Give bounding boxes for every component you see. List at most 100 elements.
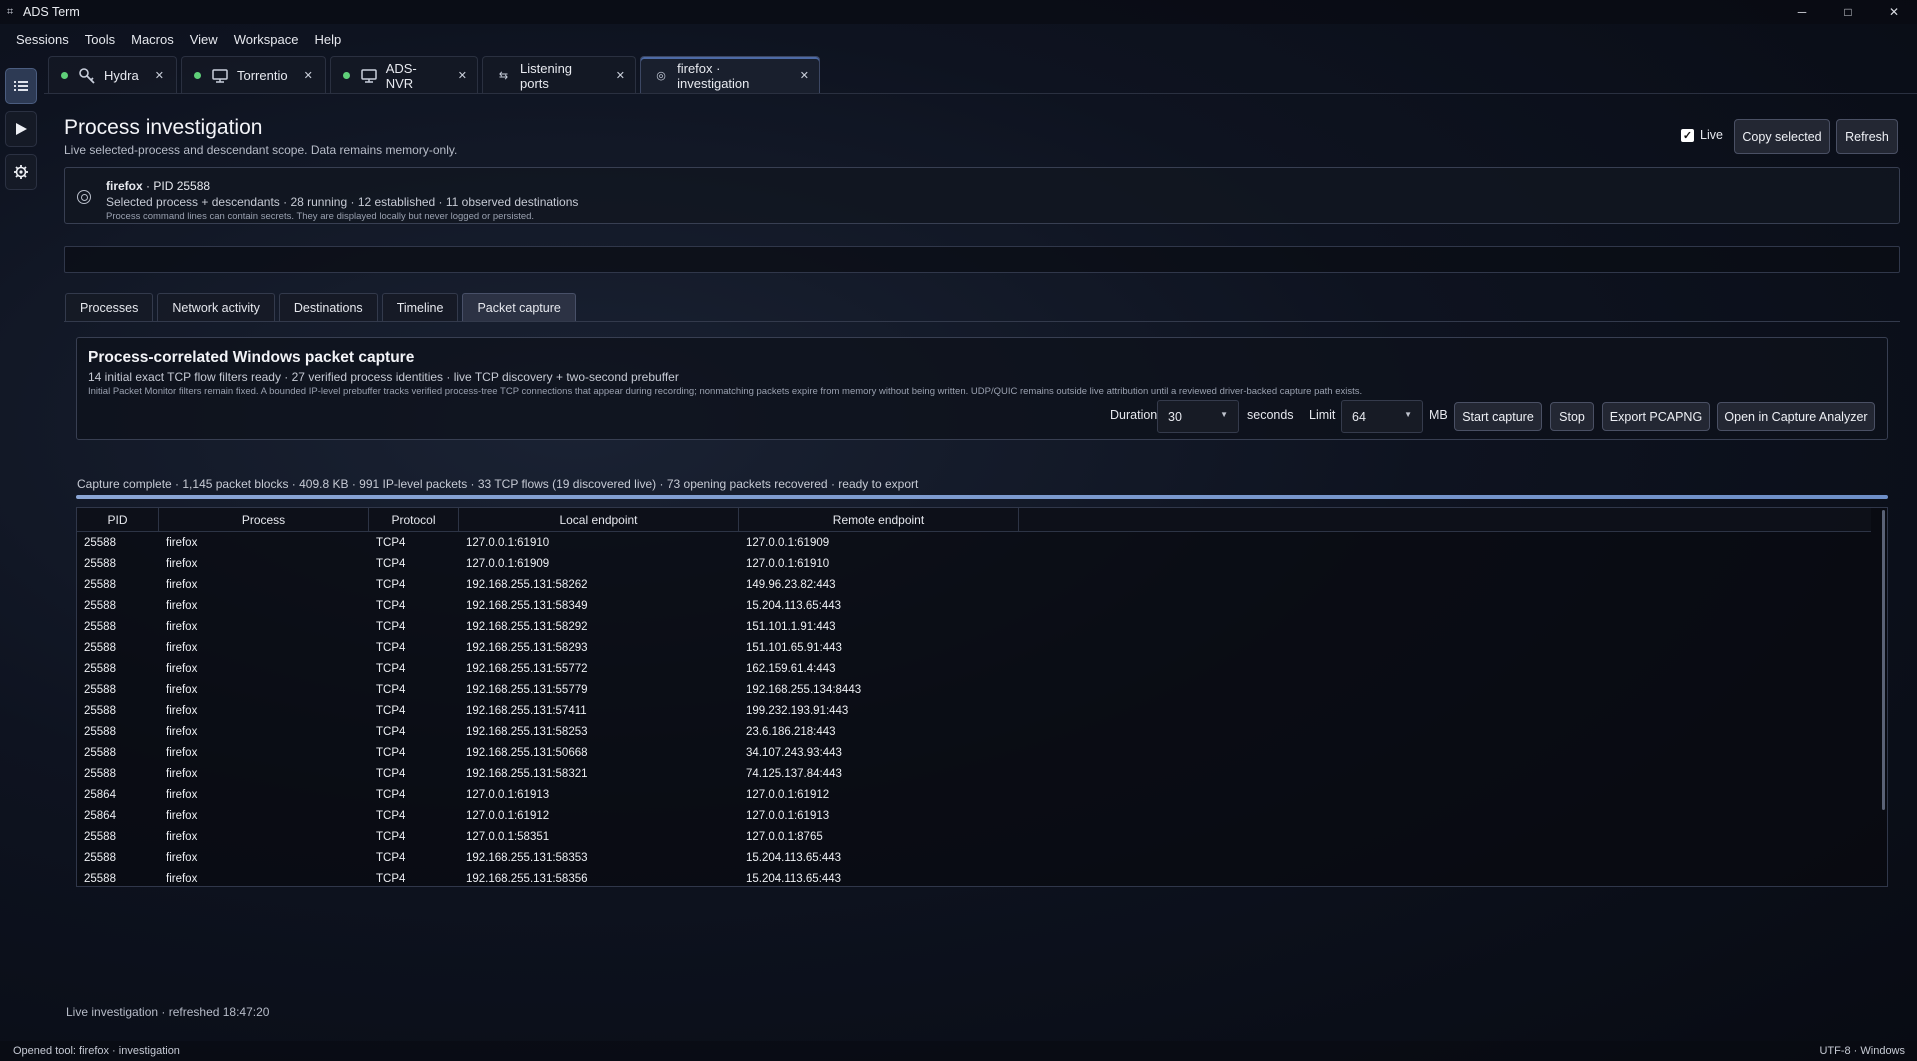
table-row[interactable]: 25588 firefox TCP4 192.168.255.131:55779 192… [77,679,1871,700]
status-bar-right: UTF-8 · Windows [1819,1045,1905,1057]
cell-local-endpoint: 192.168.255.131:50668 [466,746,588,759]
status-bar: Opened tool: firefox · investigation UTF… [0,1041,1917,1061]
cell-process: firefox [166,683,198,696]
cell-process: firefox [166,662,198,675]
cell-protocol: TCP4 [376,788,406,801]
duration-select[interactable]: 30 ▼ [1157,400,1239,433]
limit-select[interactable]: 64 ▼ [1341,400,1423,433]
open-capture-analyzer-button[interactable]: Open in Capture Analyzer [1717,402,1875,431]
tab-label: ADS-NVR [385,60,417,91]
column-header-remote-endpoint[interactable]: Remote endpoint [739,508,1019,532]
column-header-process[interactable]: Process [159,508,369,532]
sidebar-run-button[interactable] [5,111,37,147]
tab-torrentio[interactable]: Torrentio ✕ [181,56,326,94]
minimize-button[interactable]: ─ [1779,0,1825,24]
close-tab-icon[interactable]: ✕ [155,69,164,82]
tab-timeline[interactable]: Timeline [381,293,459,321]
column-header-local-endpoint[interactable]: Local endpoint [459,508,739,532]
column-header-protocol[interactable]: Protocol [369,508,459,532]
cell-pid: 25588 [84,704,116,717]
close-window-button[interactable]: ✕ [1871,0,1917,24]
copy-selected-button[interactable]: Copy selected [1734,119,1830,154]
cell-local-endpoint: 192.168.255.131:58321 [466,767,588,780]
cell-remote-endpoint: 127.0.0.1:61909 [746,536,830,549]
menu-macros[interactable]: Macros [123,32,182,47]
table-row[interactable]: 25588 firefox TCP4 192.168.255.131:57411 199… [77,700,1871,721]
process-summary-card: firefox · PID 25588 Selected process + d… [64,167,1900,224]
close-tab-icon[interactable]: ✕ [304,69,313,82]
process-heading: firefox · PID 25588 [106,179,210,193]
main-panel: Process investigation Live selected-proc… [44,94,1917,1041]
ports-icon: ⇆ [498,70,509,82]
table-row[interactable]: 25588 firefox TCP4 192.168.255.131:58356 15.… [77,868,1871,886]
table-scrollbar[interactable] [1882,510,1885,810]
export-pcapng-button[interactable]: Export PCAPNG [1602,402,1710,431]
cell-pid: 25864 [84,809,116,822]
tab-network-activity[interactable]: Network activity [157,293,275,321]
limit-value: 64 [1352,410,1366,424]
tab-firefox-investigation[interactable]: ◎ firefox · investigation ✕ [640,56,820,94]
tab-packet-capture[interactable]: Packet capture [462,293,576,321]
cell-pid: 25588 [84,851,116,864]
tab-listening-ports[interactable]: ⇆ Listening ports ✕ [482,56,636,94]
close-tab-icon[interactable]: ✕ [458,69,467,82]
table-row[interactable]: 25864 firefox TCP4 127.0.0.1:61912 127.0.0.1… [77,805,1871,826]
table-row[interactable]: 25588 firefox TCP4 192.168.255.131:50668 34.… [77,742,1871,763]
cell-protocol: TCP4 [376,536,406,549]
cell-process: firefox [166,599,198,612]
table-row[interactable]: 25588 firefox TCP4 192.168.255.131:58353 15.… [77,847,1871,868]
cell-remote-endpoint: 162.159.61.4:443 [746,662,836,675]
table-row[interactable]: 25588 firefox TCP4 192.168.255.131:58292 151… [77,616,1871,637]
table-row[interactable]: 25588 firefox TCP4 192.168.255.131:58293 151… [77,637,1871,658]
tab-processes[interactable]: Processes [65,293,154,321]
cell-protocol: TCP4 [376,851,406,864]
table-row[interactable]: 25588 firefox TCP4 192.168.255.131:58321 74.… [77,763,1871,784]
cell-process: firefox [166,809,198,822]
live-checkbox[interactable]: ✓ [1681,128,1694,142]
table-row[interactable]: 25588 firefox TCP4 192.168.255.131:58253 23.… [77,721,1871,742]
cell-pid: 25588 [84,683,116,696]
cell-protocol: TCP4 [376,746,406,759]
sidebar-settings-button[interactable] [5,154,37,190]
table-row[interactable]: 25864 firefox TCP4 127.0.0.1:61913 127.0.0.1… [77,784,1871,805]
menu-tools[interactable]: Tools [77,32,123,47]
cell-local-endpoint: 127.0.0.1:61913 [466,788,550,801]
menu-bar: Sessions Tools Macros View Workspace Hel… [0,28,349,50]
sessions-icon [14,81,28,91]
refresh-button[interactable]: Refresh [1836,119,1898,154]
cell-local-endpoint: 192.168.255.131:55779 [466,683,588,696]
close-tab-icon[interactable]: ✕ [616,69,625,82]
live-toggle[interactable]: ✓ Live [1681,128,1723,142]
table-row[interactable]: 25588 firefox TCP4 192.168.255.131:58262 149… [77,574,1871,595]
tab-destinations[interactable]: Destinations [278,293,378,321]
process-pid: · PID 25588 [146,179,211,193]
start-capture-button[interactable]: Start capture [1454,402,1542,431]
seconds-label: seconds [1247,408,1294,422]
cell-protocol: TCP4 [376,830,406,843]
cell-protocol: TCP4 [376,767,406,780]
maximize-button[interactable]: □ [1825,0,1871,24]
process-name: firefox [106,179,143,193]
table-row[interactable]: 25588 firefox TCP4 127.0.0.1:61910 127.0.0.1… [77,532,1871,553]
table-row[interactable]: 25588 firefox TCP4 192.168.255.131:58349 15.… [77,595,1871,616]
tab-hydra[interactable]: Hydra ✕ [48,56,177,94]
table-row[interactable]: 25588 firefox TCP4 127.0.0.1:58351 127.0.0.1… [77,826,1871,847]
cell-process: firefox [166,851,198,864]
tab-ads-nvr[interactable]: ADS-NVR ✕ [330,56,478,94]
table-row[interactable]: 25588 firefox TCP4 127.0.0.1:61909 127.0.0.1… [77,553,1871,574]
table-row[interactable]: 25588 firefox TCP4 192.168.255.131:55772 162… [77,658,1871,679]
menu-view[interactable]: View [182,32,226,47]
cell-process: firefox [166,578,198,591]
stop-capture-button[interactable]: Stop [1550,402,1594,431]
cell-remote-endpoint: 15.204.113.65:443 [746,599,842,612]
page-title: Process investigation [64,116,263,139]
filter-input[interactable] [64,246,1900,273]
cell-protocol: TCP4 [376,662,406,675]
menu-help[interactable]: Help [306,32,349,47]
column-header-pid[interactable]: PID [77,508,159,532]
menu-workspace[interactable]: Workspace [226,32,307,47]
sidebar-sessions-button[interactable] [5,68,37,104]
menu-sessions[interactable]: Sessions [8,32,77,47]
close-tab-icon[interactable]: ✕ [800,69,809,82]
cell-remote-endpoint: 74.125.137.84:443 [746,767,842,780]
